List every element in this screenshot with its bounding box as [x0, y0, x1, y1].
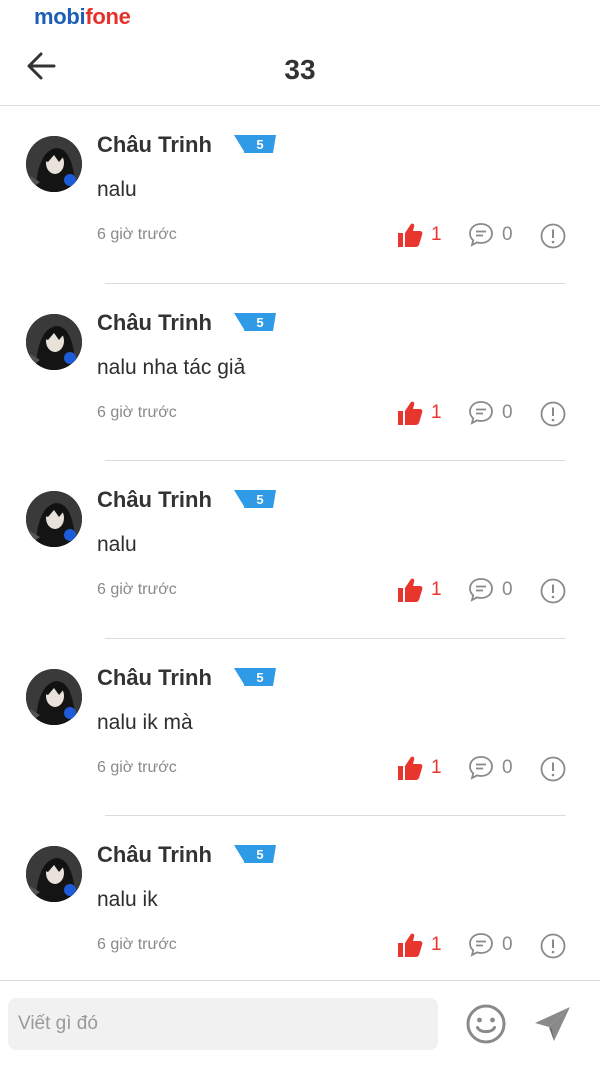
- comment-text: nalu ik: [97, 888, 158, 911]
- reply-button[interactable]: 0: [468, 222, 513, 248]
- reply-button[interactable]: 0: [468, 577, 513, 603]
- reply-button[interactable]: 0: [468, 755, 513, 781]
- comment-author[interactable]: Châu Trinh: [97, 842, 212, 868]
- comment-author[interactable]: Châu Trinh: [97, 665, 212, 691]
- comment-author[interactable]: Châu Trinh: [97, 310, 212, 336]
- reply-count: 0: [502, 579, 513, 600]
- reply-button[interactable]: 0: [468, 400, 513, 426]
- like-count: 1: [431, 756, 442, 778]
- comment-bubble-icon: [469, 933, 493, 957]
- avatar[interactable]: [26, 136, 82, 192]
- like-count: 1: [431, 934, 442, 955]
- reply-button[interactable]: 0: [468, 932, 513, 958]
- like-button[interactable]: 1: [396, 931, 442, 959]
- avatar[interactable]: [26, 846, 82, 902]
- like-button[interactable]: 1: [396, 754, 442, 782]
- comment-time: 6 giờ trước: [97, 226, 177, 243]
- avatar-image: [26, 846, 82, 902]
- comment-author[interactable]: Châu Trinh: [97, 132, 212, 158]
- comment-bubble-icon: [469, 223, 493, 247]
- avatar-image: [26, 313, 82, 370]
- header: 33: [0, 38, 600, 106]
- vip-level-badge: 5: [234, 845, 276, 863]
- report-icon[interactable]: [540, 578, 566, 604]
- svg-text:5: 5: [256, 670, 263, 685]
- vip-level-badge: 5: [234, 667, 276, 686]
- avatar-image: [26, 136, 82, 192]
- comment-time: 6 giờ trước: [97, 936, 177, 953]
- like-count: 1: [431, 224, 442, 245]
- report-icon[interactable]: [540, 223, 566, 249]
- like-button[interactable]: 1: [396, 221, 442, 249]
- comment-item: Châu Trinh 5 nalu 6 giờ trước 1 0: [0, 106, 600, 284]
- comment-time: 6 giờ trước: [97, 758, 177, 776]
- vip-level-badge: 5: [234, 490, 276, 508]
- reply-count: 0: [502, 934, 513, 955]
- avatar-image: [26, 491, 82, 547]
- comment-text: nalu: [97, 533, 137, 556]
- comment-time: 6 giờ trước: [97, 581, 177, 598]
- vip-level-badge: 5: [234, 312, 276, 331]
- comment-bubble-icon: [469, 578, 493, 602]
- comment-text: nalu nha tác giả: [97, 355, 246, 379]
- vip-level-badge: 5: [234, 135, 276, 153]
- report-icon[interactable]: [540, 933, 566, 959]
- send-icon[interactable]: [532, 1003, 574, 1045]
- comment-text: nalu: [97, 178, 137, 201]
- like-button[interactable]: 1: [396, 399, 442, 427]
- report-icon[interactable]: [540, 401, 566, 427]
- comment-item: Châu Trinh 5 nalu 6 giờ trước 1 0: [0, 461, 600, 639]
- comment-composer: [0, 980, 600, 1067]
- comment-item: Châu Trinh 5 nalu ik mà 6 giờ trước 1 0: [0, 639, 600, 816]
- comment-item: Châu Trinh 5 nalu nha tác giả 6 giờ trướ…: [0, 284, 600, 461]
- thumbs-up-icon: [398, 756, 423, 780]
- svg-text:5: 5: [256, 137, 263, 152]
- page-title: 33: [284, 54, 316, 85]
- comment-time: 6 giờ trước: [97, 403, 177, 421]
- thumbs-up-icon: [398, 933, 423, 957]
- carrier-logo: mobifone: [34, 4, 131, 29]
- comment-input[interactable]: [8, 998, 438, 1050]
- thumbs-up-icon: [398, 223, 423, 247]
- like-count: 1: [431, 401, 442, 423]
- thumbs-up-icon: [398, 578, 423, 602]
- like-button[interactable]: 1: [396, 576, 442, 604]
- emoji-icon[interactable]: [465, 1003, 507, 1045]
- reply-count: 0: [502, 756, 513, 778]
- svg-text:5: 5: [256, 492, 263, 507]
- comment-bubble-icon: [469, 400, 493, 425]
- svg-text:5: 5: [256, 847, 263, 862]
- avatar[interactable]: [26, 313, 82, 370]
- report-icon[interactable]: [540, 756, 566, 782]
- reply-count: 0: [502, 224, 513, 245]
- like-count: 1: [431, 579, 442, 600]
- avatar-image: [26, 668, 82, 725]
- avatar[interactable]: [26, 491, 82, 547]
- reply-count: 0: [502, 401, 513, 423]
- comment-list: Châu Trinh 5 nalu 6 giờ trước 1 0 Châu T…: [0, 106, 600, 994]
- comment-item: Châu Trinh 5 nalu ik 6 giờ trước 1 0: [0, 816, 600, 994]
- svg-text:5: 5: [256, 315, 263, 330]
- comment-author[interactable]: Châu Trinh: [97, 487, 212, 513]
- comment-bubble-icon: [469, 755, 493, 780]
- avatar[interactable]: [26, 668, 82, 725]
- thumbs-up-icon: [398, 401, 423, 425]
- comment-text: nalu ik mà: [97, 710, 193, 734]
